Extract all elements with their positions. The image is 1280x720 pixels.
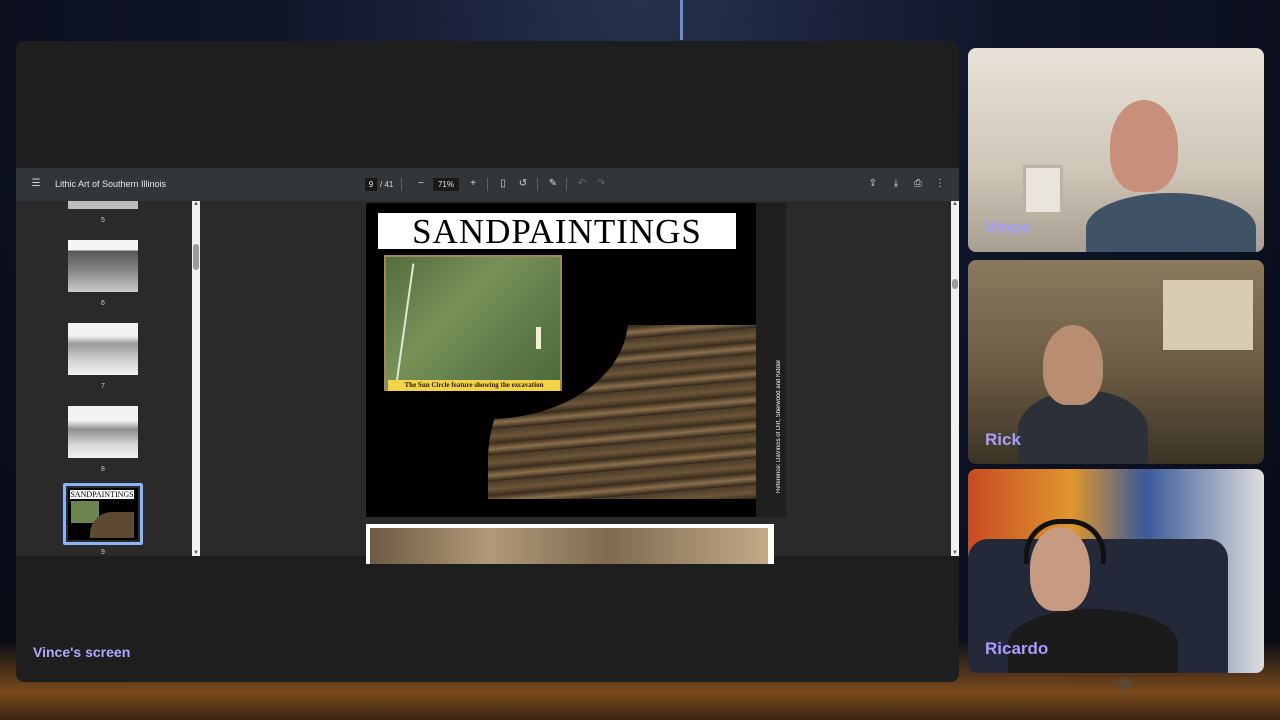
thumbnail-sidebar: 5 6 7 8 SANDPAINTINGS 9	[16, 201, 202, 556]
wall-frame	[1023, 165, 1063, 215]
participant-face	[1043, 325, 1103, 405]
participant-body	[1086, 193, 1256, 252]
screen-share-panel: ☰ Lithic Art of Southern Illinois 9 / 41…	[16, 41, 959, 682]
thumbnail-title: SANDPAINTINGS	[70, 490, 134, 499]
thumbnail-page-8[interactable]	[68, 406, 138, 458]
participant-name: Rick	[985, 430, 1021, 449]
reference-text: Reference: DaVincis of Dirt, Sherwood an…	[776, 359, 782, 493]
pdf-page-9: SANDPAINTINGS The Sun Circle feature sho…	[366, 203, 786, 517]
annotate-icon[interactable]: ✎	[546, 177, 560, 191]
participant-name: Ricardo	[985, 639, 1049, 658]
measuring-rod	[395, 263, 415, 383]
thumbnail-page-7[interactable]	[68, 323, 138, 375]
document-scrollbar[interactable]: ▲ ▼	[951, 201, 959, 556]
page-10-photo	[370, 528, 768, 564]
thumbnail-number: 8	[101, 466, 105, 473]
screen-share-label: Vince's screen	[33, 644, 131, 660]
page-number-input[interactable]: 9	[365, 178, 377, 191]
scrollbar-thumb[interactable]	[952, 279, 958, 289]
fit-page-icon[interactable]: ▯	[496, 177, 510, 191]
download-icon[interactable]: ⤓	[889, 177, 903, 191]
document-title: Lithic Art of Southern Illinois	[55, 179, 167, 189]
undo-icon[interactable]: ↶	[575, 177, 589, 191]
pdf-viewer: ☰ Lithic Art of Southern Illinois 9 / 41…	[16, 168, 959, 564]
toolbar-divider	[566, 178, 567, 191]
page-heading: SANDPAINTINGS	[378, 213, 736, 251]
participant-tile-ricardo[interactable]: Ricardo	[968, 469, 1264, 673]
thumbnail-page-5[interactable]	[68, 201, 138, 209]
kitchen-cabinet	[1163, 280, 1253, 350]
thumbnail-number: 9	[101, 549, 105, 556]
thumbnail-number: 5	[101, 217, 105, 224]
page-total: / 41	[380, 180, 394, 189]
pdf-toolbar: ☰ Lithic Art of Southern Illinois 9 / 41…	[16, 168, 959, 201]
headphones	[1024, 519, 1106, 564]
toolbar-divider	[401, 178, 402, 191]
background-light-beam	[680, 0, 683, 40]
thumbnail-page-9[interactable]: SANDPAINTINGS	[68, 488, 138, 540]
scroll-up-arrow-icon[interactable]: ▲	[951, 201, 959, 207]
toolbar-divider	[537, 178, 538, 191]
plus-icon[interactable]: +	[466, 177, 480, 191]
rotate-icon[interactable]: ↺	[516, 177, 530, 191]
minus-icon[interactable]: −	[414, 177, 428, 191]
participant-face	[1110, 100, 1178, 192]
pdf-page-10	[366, 524, 774, 564]
thumbnail-page-6[interactable]	[68, 240, 138, 292]
thumbnail-number: 7	[101, 383, 105, 390]
photo-caption: The Sun Circle feature showing the excav…	[388, 380, 560, 391]
toolbar-divider	[487, 178, 488, 191]
scroll-down-arrow-icon[interactable]: ▼	[951, 550, 959, 556]
hamburger-menu-icon[interactable]: ☰	[29, 177, 43, 191]
redo-icon[interactable]: ↷	[594, 177, 608, 191]
participant-name: Vince	[985, 218, 1031, 237]
scale-marker	[536, 327, 541, 349]
participant-tile-vince[interactable]: Vince	[968, 48, 1264, 252]
thumbnail-number: 6	[101, 300, 105, 307]
print-icon[interactable]: ⎙	[911, 177, 925, 191]
scroll-down-arrow-icon[interactable]: ▼	[192, 550, 200, 556]
zoom-input[interactable]: 71%	[433, 178, 459, 191]
scroll-up-arrow-icon[interactable]: ▲	[192, 201, 200, 207]
thumbnail-scrollbar[interactable]: ▲ ▼	[192, 201, 200, 556]
participant-tile-rick[interactable]: Rick	[968, 260, 1264, 464]
more-vertical-icon[interactable]: ⋮	[933, 177, 947, 191]
drive-upload-icon[interactable]: ⇪	[866, 177, 880, 191]
sun-circle-photo	[384, 255, 562, 391]
background-logo: ◉	[1118, 675, 1132, 692]
scrollbar-thumb[interactable]	[193, 244, 199, 270]
